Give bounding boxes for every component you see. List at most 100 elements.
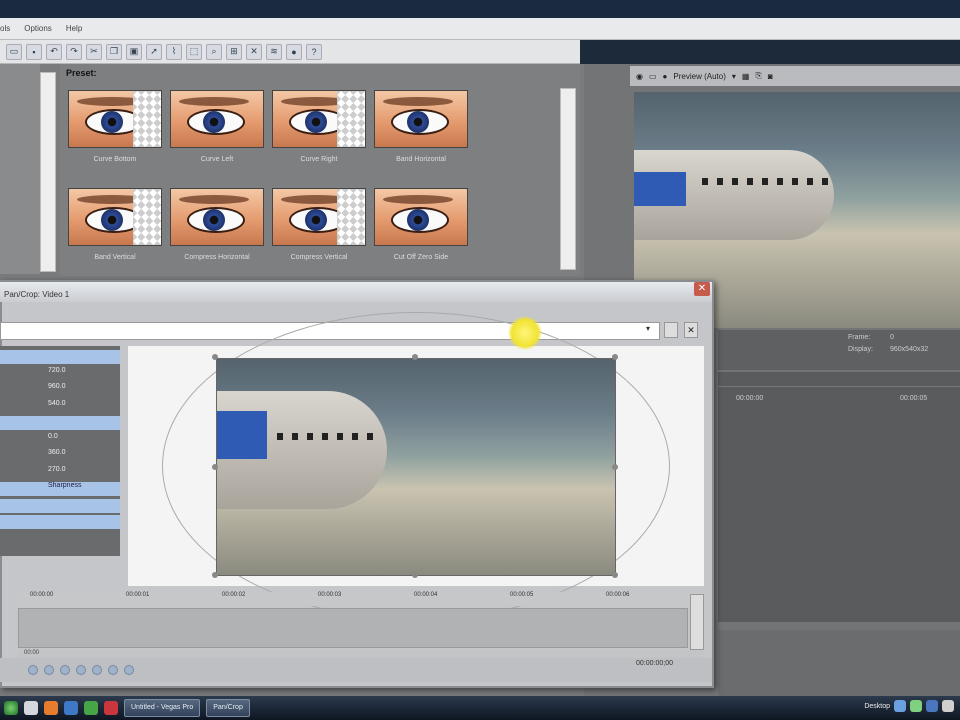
snapping-icon[interactable]: ⊞ <box>226 43 242 60</box>
language-icon[interactable] <box>926 700 938 712</box>
preview-settings-icon[interactable]: ◉ <box>636 72 643 81</box>
crop-handle-top-right[interactable] <box>612 354 618 360</box>
dialog-transport <box>0 658 712 682</box>
preset-thumbnail[interactable] <box>272 188 366 246</box>
close-icon[interactable]: ✕ <box>694 282 710 296</box>
start-orb-icon[interactable] <box>4 701 18 715</box>
display-value: 960x540x32 <box>890 346 929 353</box>
crop-handle-right[interactable] <box>612 464 618 470</box>
cursor-highlight <box>508 316 542 350</box>
preview-fx-icon[interactable]: ● <box>663 72 668 81</box>
property-group-row[interactable] <box>0 498 120 513</box>
property-row[interactable]: 270.0 <box>0 466 120 480</box>
crop-handle-bottom-right[interactable] <box>612 572 618 578</box>
help-icon[interactable]: ? <box>306 43 322 60</box>
paste-icon[interactable]: ▣ <box>126 43 142 60</box>
left-scrollbar[interactable] <box>40 72 56 272</box>
keyframe-track[interactable] <box>18 608 688 648</box>
display-label: Display: <box>848 346 873 353</box>
network-icon[interactable] <box>894 700 906 712</box>
eyebrow-shape <box>383 97 453 106</box>
normal-edit-tool-icon[interactable]: ➚ <box>146 43 162 60</box>
cut-icon[interactable]: ✂ <box>86 43 102 60</box>
property-row[interactable]: 0.0 <box>0 433 120 447</box>
dialog-timecode: 00:00:00;00 <box>636 660 673 667</box>
property-row[interactable]: 540.0 <box>0 400 120 414</box>
crop-frame[interactable] <box>216 358 616 576</box>
preset-thumbnail[interactable] <box>170 188 264 246</box>
delete-keyframe-icon[interactable] <box>76 665 86 675</box>
chevron-down-icon[interactable]: ▾ <box>646 324 658 338</box>
preset-thumbnail[interactable] <box>272 90 366 148</box>
property-group-row[interactable] <box>0 515 120 529</box>
ripple-icon[interactable]: ≋ <box>266 43 282 60</box>
selection-tool-icon[interactable]: ⬚ <box>186 43 202 60</box>
menu-item-options[interactable]: Options <box>24 24 52 33</box>
next-keyframe-icon[interactable] <box>92 665 102 675</box>
property-group-row[interactable]: Sharpness <box>0 482 120 496</box>
eyebrow-shape <box>179 97 249 106</box>
auto-crossfade-icon[interactable]: ✕ <box>246 43 262 60</box>
transparency-checker <box>133 189 161 245</box>
undo-icon[interactable]: ↶ <box>46 43 62 60</box>
volume-icon[interactable] <box>910 700 922 712</box>
taskbar-item-vegas[interactable]: Untitled - Vegas Pro <box>124 699 201 717</box>
explorer-icon[interactable] <box>64 701 78 715</box>
zoom-tool-icon[interactable]: ⌕ <box>206 43 222 60</box>
property-group-row[interactable] <box>0 350 120 364</box>
property-row[interactable]: 960.0 <box>0 383 120 397</box>
ruler-tick: 00:00:05 <box>510 592 534 598</box>
open-icon[interactable]: ▭ <box>6 43 22 60</box>
main-toolbar: ▭ ▪ ↶ ↷ ✂ ❐ ▣ ➚ ⌇ ⬚ ⌕ ⊞ ✕ ≋ ● ? <box>0 40 580 64</box>
preview-ext-monitor-icon[interactable]: ▭ <box>649 72 657 81</box>
menu-item-help[interactable]: Help <box>66 24 82 33</box>
prev-keyframe-icon[interactable] <box>44 665 54 675</box>
last-keyframe-icon[interactable] <box>108 665 118 675</box>
save-snapshot-icon[interactable]: ◙ <box>768 72 773 81</box>
messenger-icon[interactable] <box>84 701 98 715</box>
taskbar-item-pan-crop[interactable]: Pan/Crop <box>206 699 250 717</box>
menu-item-tools[interactable]: ols <box>0 24 10 33</box>
overlays-icon[interactable]: ▦ <box>742 72 750 81</box>
delete-preset-icon[interactable]: ✕ <box>684 322 698 338</box>
sync-cursor-icon[interactable] <box>124 665 134 675</box>
clock-icon[interactable] <box>942 700 954 712</box>
property-row[interactable]: 360.0 <box>0 449 120 463</box>
iris-shape <box>101 111 123 133</box>
title-strip <box>0 0 960 18</box>
preset-thumbnail[interactable] <box>68 188 162 246</box>
browser-icon[interactable] <box>104 701 118 715</box>
crop-handle-bottom[interactable] <box>412 572 418 578</box>
property-group-row[interactable] <box>0 416 120 430</box>
crop-handle-left[interactable] <box>212 464 218 470</box>
iris-shape <box>407 209 429 231</box>
chevron-down-icon[interactable]: ▾ <box>732 72 736 81</box>
preset-thumbnail[interactable] <box>68 90 162 148</box>
save-preset-icon[interactable] <box>664 322 678 338</box>
copy-icon[interactable]: ❐ <box>106 43 122 60</box>
media-player-icon[interactable] <box>44 701 58 715</box>
redo-icon[interactable]: ↷ <box>66 43 82 60</box>
property-row[interactable]: 720.0 <box>0 367 120 381</box>
save-icon[interactable]: ▪ <box>26 43 42 60</box>
lock-icon[interactable]: ● <box>286 43 302 60</box>
presets-scrollbar[interactable] <box>560 88 576 270</box>
desktop-toolbar-label[interactable]: Desktop <box>864 703 890 710</box>
crop-handle-top-left[interactable] <box>212 354 218 360</box>
preview-quality-select[interactable]: Preview (Auto) <box>673 72 725 81</box>
copy-snapshot-icon[interactable]: ⎘ <box>755 71 761 81</box>
keyframe-scroll-bar[interactable]: 00:00 <box>18 650 704 658</box>
preset-caption: Compress Vertical <box>290 254 348 261</box>
show-desktop-icon[interactable] <box>24 701 38 715</box>
crop-handle-bottom-left[interactable] <box>212 572 218 578</box>
time-start: 00:00 <box>24 650 40 656</box>
crop-handle-top[interactable] <box>412 354 418 360</box>
preset-thumbnail[interactable] <box>374 188 468 246</box>
ruler-tick: 00:00:00 <box>30 592 54 598</box>
preset-thumbnail[interactable] <box>374 90 468 148</box>
envelope-tool-icon[interactable]: ⌇ <box>166 43 182 60</box>
first-keyframe-icon[interactable] <box>28 665 38 675</box>
add-keyframe-icon[interactable] <box>60 665 70 675</box>
preset-thumbnail[interactable] <box>170 90 264 148</box>
keyframe-scrollbar[interactable] <box>690 594 704 650</box>
